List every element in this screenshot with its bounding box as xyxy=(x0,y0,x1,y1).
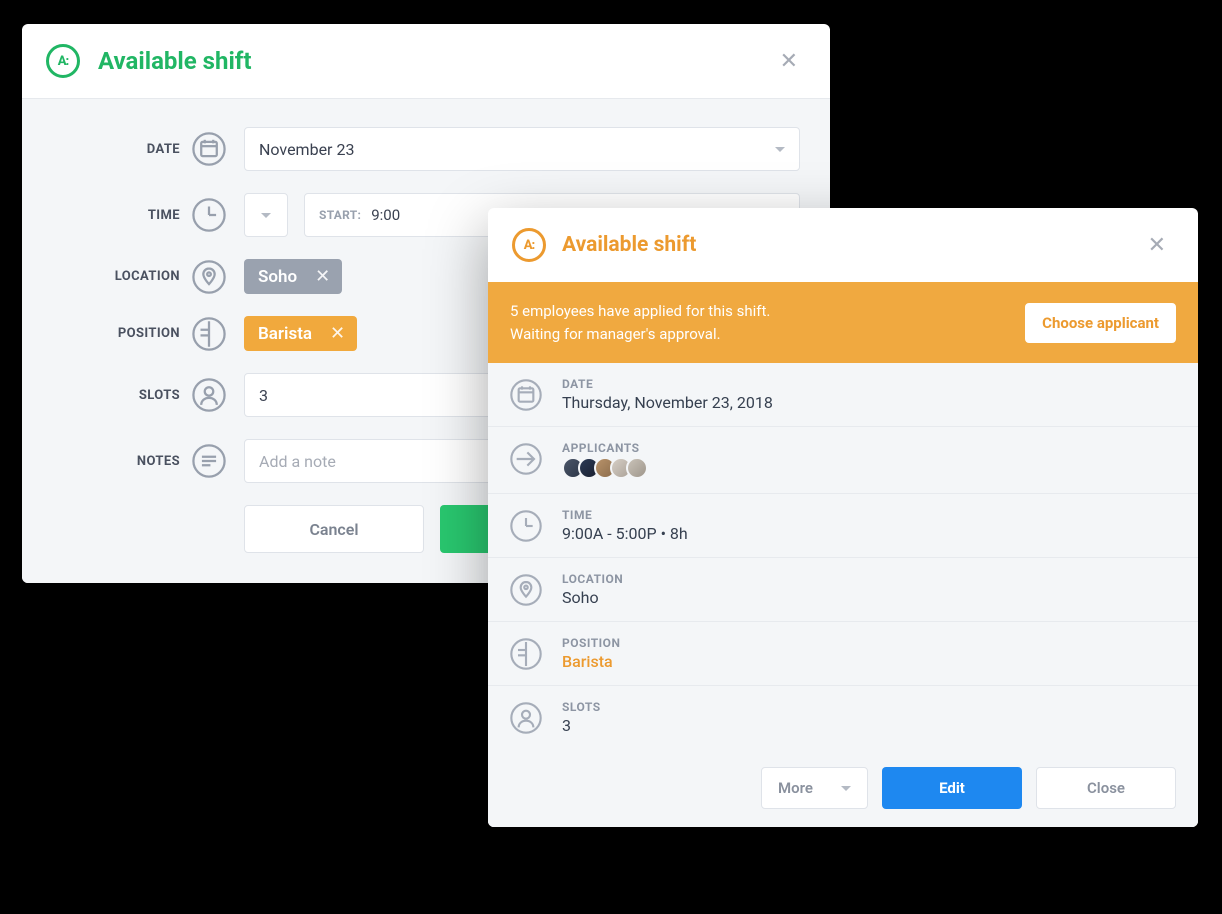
position-chip[interactable]: Barista ✕ xyxy=(244,316,357,351)
banner-line2: Waiting for manager's approval. xyxy=(510,323,770,346)
location-row: LOCATION Soho xyxy=(488,558,1198,622)
close-icon[interactable]: ✕ xyxy=(1140,229,1174,262)
date-value: Thursday, November 23, 2018 xyxy=(562,393,773,412)
modal-header: A: Available shift ✕ xyxy=(22,24,830,99)
banner-line1: 5 employees have applied for this shift. xyxy=(510,300,770,323)
slots-row: SLOTS 3 xyxy=(488,686,1198,749)
more-button[interactable]: More xyxy=(761,767,868,809)
calendar-icon xyxy=(510,379,542,411)
modal-footer: More Edit Close xyxy=(488,749,1198,827)
banner-text: 5 employees have applied for this shift.… xyxy=(510,300,770,345)
position-icon xyxy=(510,638,542,670)
time-value: 9:00A - 5:00P • 8h xyxy=(562,524,688,543)
cancel-button[interactable]: Cancel xyxy=(244,505,424,553)
close-icon[interactable]: ✕ xyxy=(772,45,806,78)
approval-banner: 5 employees have applied for this shift.… xyxy=(488,282,1198,363)
close-button-label: Close xyxy=(1087,779,1125,797)
location-label: LOCATION xyxy=(562,572,623,586)
modal-header: A: Available shift ✕ xyxy=(488,208,1198,282)
chevron-down-icon xyxy=(775,147,785,152)
location-value: Soho xyxy=(562,588,623,607)
time-label: TIME xyxy=(562,508,688,522)
date-row: DATE Thursday, November 23, 2018 xyxy=(488,363,1198,427)
applicant-avatars[interactable] xyxy=(562,457,648,479)
close-button[interactable]: Close xyxy=(1036,767,1176,809)
applicants-row: APPLICANTS xyxy=(488,427,1198,494)
time-type-select[interactable] xyxy=(244,193,288,237)
date-select[interactable]: November 23 xyxy=(244,127,800,171)
slots-label: SLOTS xyxy=(562,700,601,714)
person-icon xyxy=(510,702,542,734)
modal-title: Available shift xyxy=(98,47,252,75)
chevron-down-icon xyxy=(261,213,271,218)
position-value: Barista xyxy=(562,652,620,671)
edit-button-label: Edit xyxy=(939,779,965,797)
app-logo-icon: A: xyxy=(512,228,546,262)
start-time-value: 9:00 xyxy=(371,206,400,224)
slots-value: 3 xyxy=(259,386,268,405)
location-chip-label: Soho xyxy=(258,267,297,287)
modal-title: Available shift xyxy=(562,233,696,257)
date-value: November 23 xyxy=(259,140,354,159)
chevron-down-icon xyxy=(841,786,851,791)
slots-label: SLOTS xyxy=(52,388,180,403)
pin-icon xyxy=(192,260,226,294)
position-row: POSITION Barista xyxy=(488,622,1198,686)
location-chip[interactable]: Soho ✕ xyxy=(244,259,342,294)
clock-icon xyxy=(192,198,226,232)
arrow-right-circle-icon xyxy=(510,443,542,475)
view-shift-modal: A: Available shift ✕ 5 employees have ap… xyxy=(488,208,1198,827)
notes-icon xyxy=(192,444,226,478)
more-button-label: More xyxy=(778,779,813,797)
clock-icon xyxy=(510,510,542,542)
edit-button[interactable]: Edit xyxy=(882,767,1022,809)
time-row: TIME 9:00A - 5:00P • 8h xyxy=(488,494,1198,558)
avatar[interactable] xyxy=(626,457,648,479)
app-logo-icon: A: xyxy=(46,44,80,78)
slots-value: 3 xyxy=(562,716,601,735)
remove-chip-icon[interactable]: ✕ xyxy=(315,266,330,287)
location-label: LOCATION xyxy=(52,269,180,284)
pin-icon xyxy=(510,574,542,606)
time-label: TIME xyxy=(52,208,180,223)
position-label: POSITION xyxy=(562,636,620,650)
detail-list: DATE Thursday, November 23, 2018 APPLICA… xyxy=(488,363,1198,827)
notes-placeholder: Add a note xyxy=(259,452,336,471)
person-icon xyxy=(192,378,226,412)
choose-applicant-label: Choose applicant xyxy=(1042,314,1159,332)
start-label: START: xyxy=(319,208,361,222)
cancel-button-label: Cancel xyxy=(309,520,358,539)
choose-applicant-button[interactable]: Choose applicant xyxy=(1025,303,1176,343)
position-chip-label: Barista xyxy=(258,324,312,344)
calendar-icon xyxy=(192,132,226,166)
position-icon xyxy=(192,317,226,351)
remove-chip-icon[interactable]: ✕ xyxy=(330,323,345,344)
position-label: POSITION xyxy=(52,326,180,341)
date-label: DATE xyxy=(52,142,180,157)
applicants-label: APPLICANTS xyxy=(562,441,648,455)
notes-label: NOTES xyxy=(52,454,180,469)
date-label: DATE xyxy=(562,377,773,391)
